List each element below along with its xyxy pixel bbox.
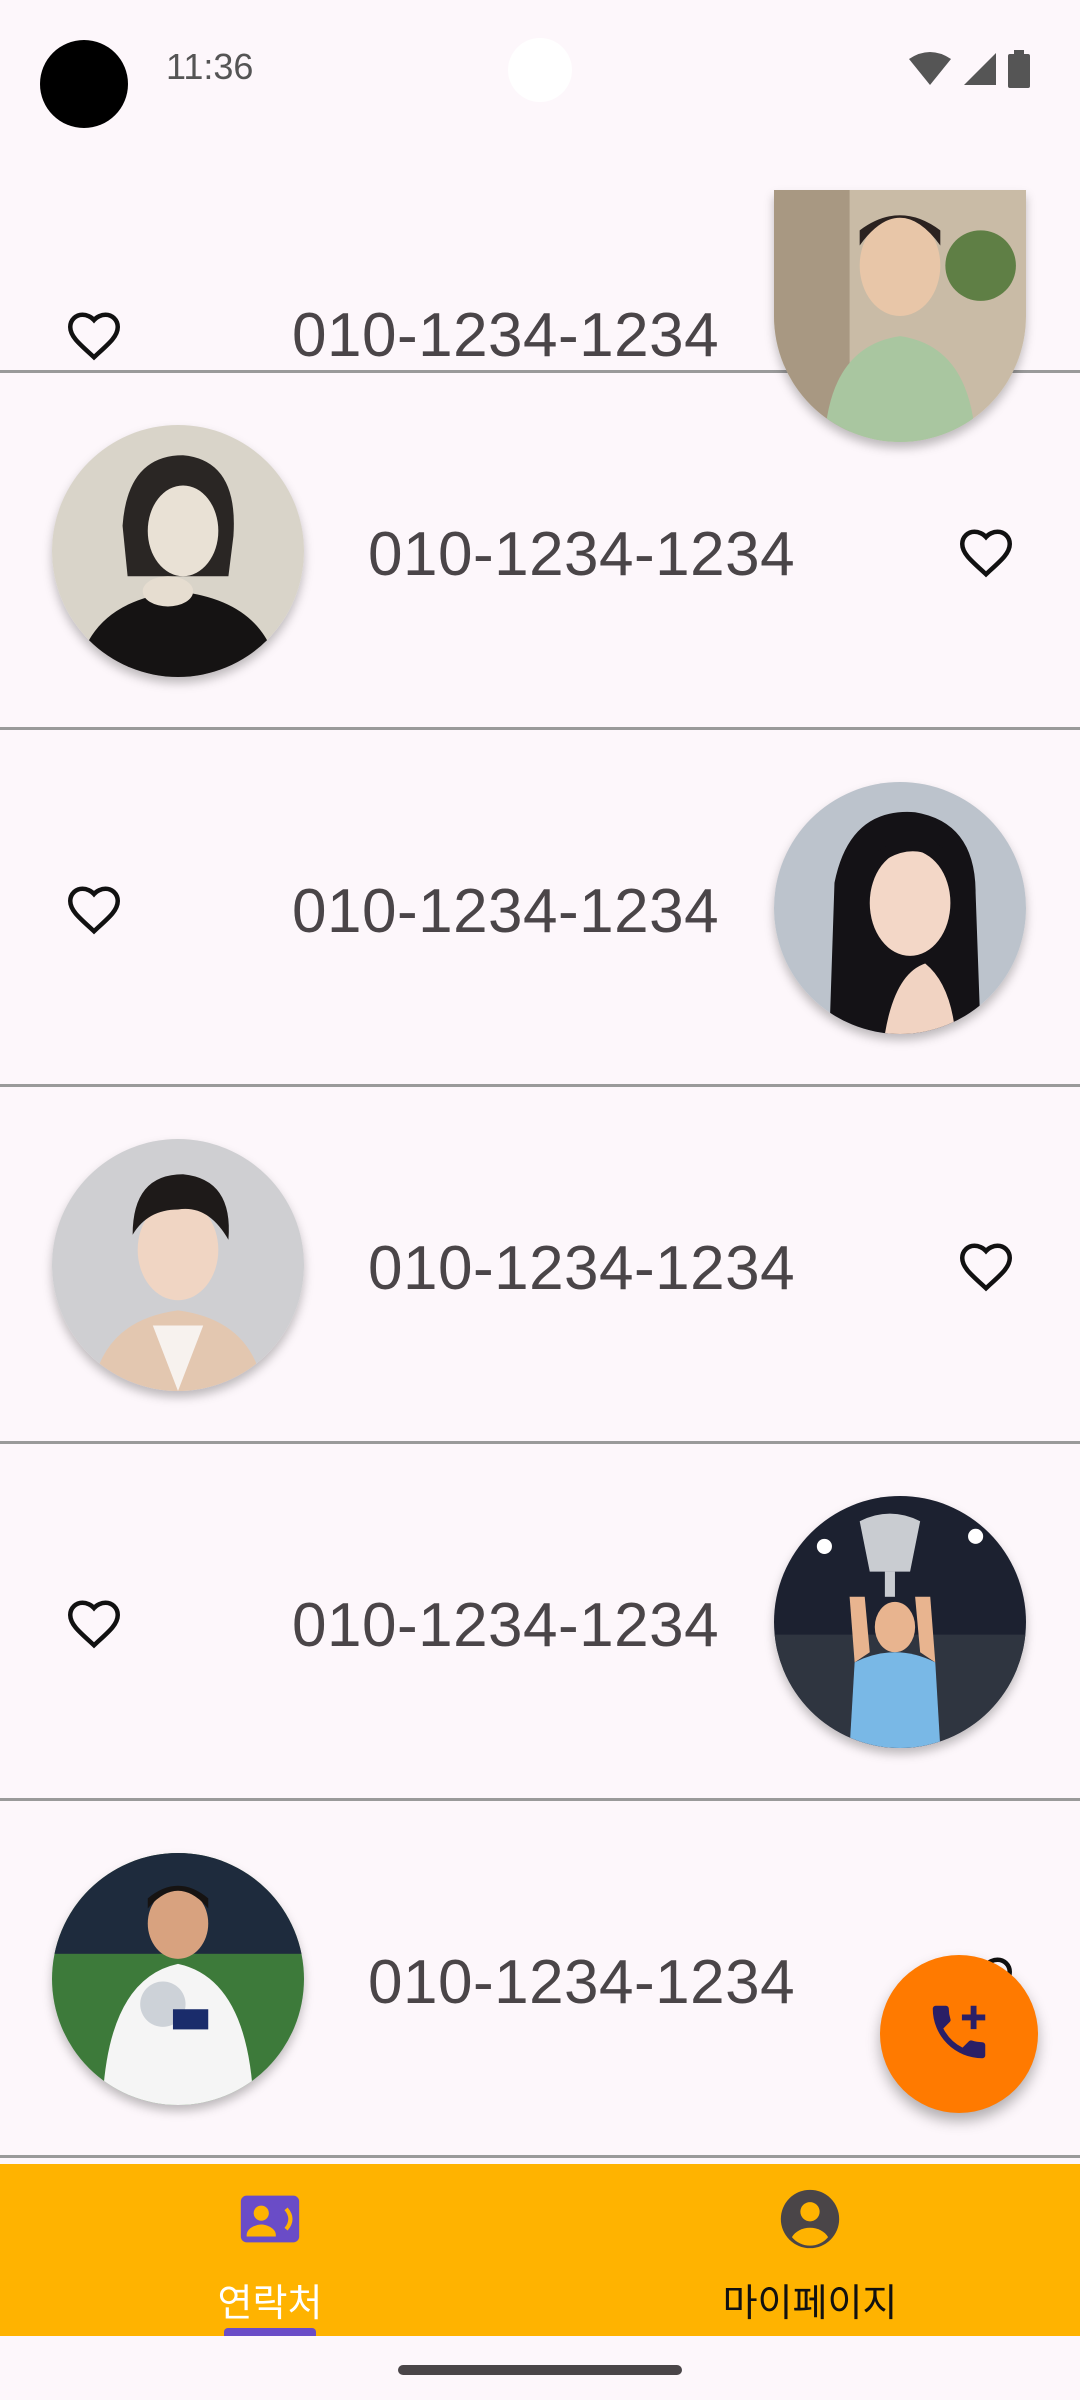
favorite-heart-icon[interactable]	[956, 523, 1016, 583]
nav-item-contacts[interactable]: 연락처	[0, 2164, 540, 2336]
contact-phone-number: 010-1234-1234	[292, 877, 720, 946]
contact-phone-number: 010-1234-1234	[368, 520, 796, 589]
contact-avatar[interactable]	[52, 1853, 304, 2105]
nav-label-my-page: 마이페이지	[722, 2283, 898, 2325]
contact-row[interactable]: 010-1234-1234	[0, 1087, 1080, 1444]
contact-phone-number: 010-1234-1234	[292, 301, 720, 370]
favorite-heart-icon[interactable]	[64, 306, 124, 366]
contact-avatar[interactable]	[774, 1496, 1026, 1748]
contact-row[interactable]: 010-1234-1234	[0, 16, 1080, 442]
home-gesture-bar[interactable]	[398, 2365, 682, 2375]
contact-row[interactable]: 010-1234-1234	[0, 730, 1080, 1087]
nav-label-contacts: 연락처	[217, 2283, 323, 2325]
add-contact-fab[interactable]	[880, 1955, 1038, 2113]
contact-avatar[interactable]	[52, 425, 304, 677]
contact-avatar[interactable]	[774, 782, 1026, 1034]
bottom-navigation: 연락처 마이페이지	[0, 2164, 1080, 2336]
contact-row[interactable]: 010-1234-1234	[0, 1444, 1080, 1801]
account-circle-icon	[775, 2184, 845, 2254]
favorite-heart-icon[interactable]	[956, 1237, 1016, 1297]
contacts-icon	[235, 2184, 305, 2254]
contact-phone-number: 010-1234-1234	[292, 1591, 720, 1660]
contact-row[interactable]: 010-1234-1234	[0, 373, 1080, 730]
favorite-heart-icon[interactable]	[64, 880, 124, 940]
nav-item-my-page[interactable]: 마이페이지	[540, 2164, 1080, 2336]
contact-phone-number: 010-1234-1234	[368, 1234, 796, 1303]
contact-avatar[interactable]	[52, 1139, 304, 1391]
add-call-icon	[924, 1997, 994, 2072]
contact-phone-number: 010-1234-1234	[368, 1948, 796, 2017]
favorite-heart-icon[interactable]	[64, 1594, 124, 1654]
selected-tab-indicator	[224, 2328, 316, 2336]
